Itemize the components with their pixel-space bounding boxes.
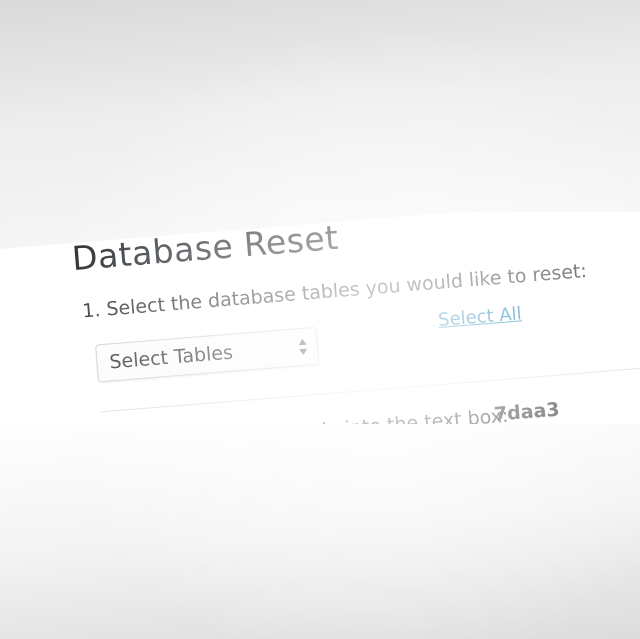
select-tables-label: Select Tables	[108, 341, 234, 374]
reset-panel: Database Reset 1. Select the database ta…	[0, 212, 640, 424]
page-title: Database Reset	[70, 217, 340, 279]
reset-panel-inner: Database Reset 1. Select the database ta…	[71, 212, 640, 424]
up-down-caret-icon	[298, 338, 308, 355]
security-code: 7daa3	[493, 398, 561, 424]
select-tables-dropdown[interactable]: Select Tables	[95, 326, 320, 383]
content-strip: Database Reset 1. Select the database ta…	[0, 212, 640, 424]
screenshot-stage: Database Reset 1. Select the database ta…	[0, 0, 640, 639]
select-all-link[interactable]: Select All	[437, 303, 522, 331]
